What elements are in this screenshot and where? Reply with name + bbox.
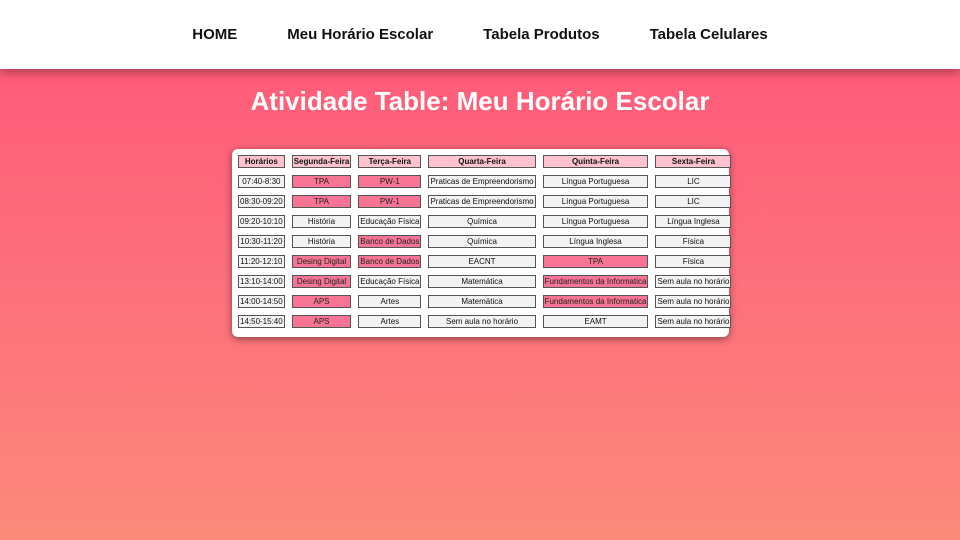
table-row: 11:20-12:10 Desing Digital Banco de Dado…: [238, 255, 732, 268]
table-row: 08:30-09:20 TPA PW-1 Praticas de Empreen…: [238, 195, 732, 208]
table-cell: Banco de Dados: [358, 235, 422, 248]
table-cell: Língua Portuguesa: [542, 215, 649, 228]
table-cell: 10:30-11:20: [238, 235, 285, 248]
table-cell: Artes: [358, 315, 422, 328]
table-cell: Fundamentos da Informatica: [542, 295, 649, 308]
header-terca: Terça-Feira: [358, 155, 422, 168]
nav-link-tabela-produtos[interactable]: Tabela Produtos: [483, 26, 599, 43]
table-row: 07:40-8:30 TPA PW-1 Praticas de Empreend…: [238, 175, 732, 188]
table-header-row: Horários Segunda-Feira Terça-Feira Quart…: [238, 155, 732, 168]
table-cell: História: [291, 235, 352, 248]
table-cell: Artes: [358, 295, 422, 308]
table-cell: Sem aula no horário: [428, 315, 536, 328]
table-cell: APS: [291, 315, 352, 328]
table-cell: Língua Inglesa: [655, 215, 732, 228]
table-cell: 11:20-12:10: [238, 255, 285, 268]
table-cell: Língua Portuguesa: [542, 195, 649, 208]
table-cell: Praticas de Empreendorismo: [428, 195, 536, 208]
table-cell: 13:10-14:00: [238, 275, 285, 288]
header-sexta: Sexta-Feira: [655, 155, 732, 168]
table-cell: 07:40-8:30: [238, 175, 285, 188]
page-title: Atividade Table: Meu Horário Escolar: [250, 86, 710, 116]
header-quarta: Quarta-Feira: [428, 155, 536, 168]
table-cell: Língua Portuguesa: [542, 175, 649, 188]
header-segunda: Segunda-Feira: [291, 155, 352, 168]
header-quinta: Quinta-Feira: [542, 155, 649, 168]
table-cell: Educação Física: [358, 275, 422, 288]
table-cell: 08:30-09:20: [238, 195, 285, 208]
table-cell: TPA: [291, 175, 352, 188]
schedule-table: Horários Segunda-Feira Terça-Feira Quart…: [231, 148, 738, 335]
table-cell: Física: [655, 235, 732, 248]
table-cell: Praticas de Empreendorismo: [428, 175, 536, 188]
table-cell: Desing Digital: [291, 275, 352, 288]
table-row: 14:00-14:50 APS Artes Matemática Fundame…: [238, 295, 732, 308]
table-cell: EACNT: [428, 255, 536, 268]
table-row: 13:10-14:00 Desing Digital Educação Físi…: [238, 275, 732, 288]
table-cell: Física: [655, 255, 732, 268]
table-row: 14:50-15:40 APS Artes Sem aula no horári…: [238, 315, 732, 328]
table-cell: Sem aula no horário: [655, 275, 732, 288]
table-cell: Desing Digital: [291, 255, 352, 268]
table-cell: Sem aula no horário: [655, 295, 732, 308]
table-cell: 14:50-15:40: [238, 315, 285, 328]
table-cell: Língua Inglesa: [542, 235, 649, 248]
table-cell: Sem aula no horário: [655, 315, 732, 328]
table-cell: 09:20-10:10: [238, 215, 285, 228]
table-cell: Banco de Dados: [358, 255, 422, 268]
table-cell: Química: [428, 235, 536, 248]
table-cell: Fundamentos da Informatica: [542, 275, 649, 288]
table-cell: LIC: [655, 175, 732, 188]
table-cell: APS: [291, 295, 352, 308]
table-cell: TPA: [542, 255, 649, 268]
top-navbar: HOME Meu Horário Escolar Tabela Produtos…: [0, 0, 960, 69]
header-horarios: Horários: [238, 155, 285, 168]
schedule-body: 07:40-8:30 TPA PW-1 Praticas de Empreend…: [238, 175, 732, 328]
table-cell: TPA: [291, 195, 352, 208]
table-cell: LIC: [655, 195, 732, 208]
table-cell: Matemática: [428, 295, 536, 308]
table-row: 10:30-11:20 História Banco de Dados Quím…: [238, 235, 732, 248]
table-row: 09:20-10:10 História Educação Física Quí…: [238, 215, 732, 228]
table-cell: 14:00-14:50: [238, 295, 285, 308]
table-cell: PW-1: [358, 175, 422, 188]
nav-link-meu-horario-escolar[interactable]: Meu Horário Escolar: [287, 26, 433, 43]
table-cell: Química: [428, 215, 536, 228]
nav-link-home[interactable]: HOME: [192, 26, 237, 43]
schedule-card: Horários Segunda-Feira Terça-Feira Quart…: [232, 149, 732, 337]
table-cell: História: [291, 215, 352, 228]
table-cell: PW-1: [358, 195, 422, 208]
nav-link-tabela-celulares[interactable]: Tabela Celulares: [650, 26, 768, 43]
table-cell: Matemática: [428, 275, 536, 288]
table-cell: EAMT: [542, 315, 649, 328]
table-cell: Educação Física: [358, 215, 422, 228]
